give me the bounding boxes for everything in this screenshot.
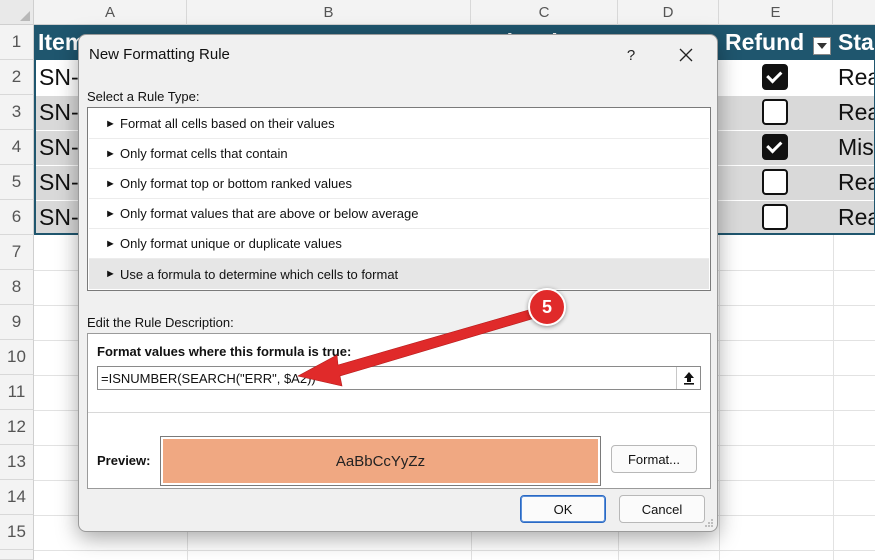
item-id-cell[interactable]: SN- [39, 165, 79, 200]
rule-type-label: Only format unique or duplicate values [120, 236, 342, 251]
formula-label: Format values where this formula is true… [97, 344, 352, 359]
rule-type-item[interactable]: ► Format all cells based on their values [89, 109, 709, 139]
refund-checkbox[interactable] [762, 134, 788, 160]
row-header[interactable]: 5 [0, 165, 34, 200]
row-header[interactable]: 13 [0, 445, 34, 480]
item-id-cell[interactable]: SN- [39, 95, 79, 130]
arrow-right-icon: ► [105, 207, 116, 220]
help-button[interactable]: ? [615, 41, 647, 69]
dialog-title: New Formatting Rule [89, 46, 230, 63]
rule-description-panel: Format values where this formula is true… [87, 333, 711, 489]
filter-dropdown-button[interactable] [813, 37, 831, 55]
divider [88, 412, 710, 413]
row-header[interactable]: 4 [0, 130, 34, 165]
row-header[interactable]: 7 [0, 235, 34, 270]
status-cell[interactable]: Mis [838, 130, 874, 165]
rule-type-label: Format all cells based on their values [120, 116, 335, 131]
column-header-f[interactable] [833, 0, 875, 25]
refund-checkbox[interactable] [762, 99, 788, 125]
rule-type-item[interactable]: ► Only format values that are above or be… [89, 199, 709, 229]
column-header-b[interactable]: B [187, 0, 471, 25]
row-header[interactable]: 12 [0, 410, 34, 445]
rule-type-item[interactable]: ► Only format top or bottom ranked values [89, 169, 709, 199]
close-button[interactable] [669, 41, 703, 69]
select-all-corner[interactable] [0, 0, 34, 25]
ok-button[interactable]: OK [520, 495, 606, 523]
rule-type-list[interactable]: ► Format all cells based on their values … [87, 107, 711, 291]
arrow-right-icon: ► [105, 268, 116, 280]
step-number-badge: 5 [528, 288, 566, 326]
item-id-cell[interactable]: SN- [39, 60, 79, 95]
status-cell[interactable]: Rea [838, 165, 875, 200]
row-header[interactable]: 6 [0, 200, 34, 235]
row-header[interactable]: 3 [0, 95, 34, 130]
preview-label: Preview: [97, 453, 151, 468]
preview-sample: AaBbCcYyZz [163, 439, 598, 483]
arrow-right-icon: ► [105, 147, 116, 160]
status-cell[interactable]: Rea [838, 60, 875, 95]
row-header[interactable]: 2 [0, 60, 34, 95]
close-icon [679, 48, 693, 62]
arrow-right-icon: ► [105, 237, 116, 250]
range-select-icon [683, 372, 694, 385]
format-button[interactable]: Format... [611, 445, 697, 473]
formula-input[interactable]: =ISNUMBER(SEARCH("ERR", $A2)) [97, 366, 701, 390]
rule-type-item[interactable]: ► Only format unique or duplicate values [89, 229, 709, 259]
arrow-right-icon: ► [105, 177, 116, 190]
rule-type-label: Only format cells that contain [120, 146, 288, 161]
item-id-cell[interactable]: SN- [39, 130, 79, 165]
rule-type-label: Use a formula to determine which cells t… [120, 266, 399, 282]
refund-checkbox[interactable] [762, 64, 788, 90]
formula-text: =ISNUMBER(SEARCH("ERR", $A2)) [101, 370, 316, 386]
resize-grip-icon[interactable] [704, 518, 714, 528]
row-header[interactable]: 14 [0, 480, 34, 515]
rule-type-item-selected[interactable]: ► Use a formula to determine which cells … [89, 259, 709, 289]
arrow-right-icon: ► [105, 117, 116, 130]
row-header[interactable]: 1 [0, 25, 34, 60]
row-header[interactable]: 10 [0, 340, 34, 375]
rule-type-label: Only format values that are above or bel… [120, 206, 419, 221]
table-header-cell[interactable]: Sta [838, 25, 874, 60]
preview-box: AaBbCcYyZz [160, 436, 601, 486]
gridline [34, 550, 875, 551]
table-header-cell[interactable]: Refund [725, 25, 804, 60]
edit-description-label: Edit the Rule Description: [87, 315, 234, 330]
column-header-d[interactable]: D [618, 0, 719, 25]
row-header[interactable]: 11 [0, 375, 34, 410]
row-header[interactable]: 8 [0, 270, 34, 305]
new-formatting-rule-dialog: New Formatting Rule ? Select a Rule Type… [78, 34, 718, 532]
cancel-button[interactable]: Cancel [619, 495, 705, 523]
row-header[interactable]: 15 [0, 515, 34, 550]
status-cell[interactable]: Rea [838, 200, 875, 235]
column-header-a[interactable]: A [34, 0, 187, 25]
status-cell[interactable]: Rea [838, 95, 875, 130]
rule-type-item[interactable]: ► Only format cells that contain [89, 139, 709, 169]
item-id-cell[interactable]: SN- [39, 200, 79, 235]
column-header-e[interactable]: E [719, 0, 833, 25]
row-header[interactable]: 9 [0, 305, 34, 340]
column-header-c[interactable]: C [471, 0, 618, 25]
collapse-dialog-button[interactable] [676, 367, 700, 389]
refund-checkbox[interactable] [762, 204, 788, 230]
row-header[interactable] [0, 550, 34, 560]
refund-checkbox[interactable] [762, 169, 788, 195]
rule-type-label: Only format top or bottom ranked values [120, 176, 352, 191]
select-rule-type-label: Select a Rule Type: [87, 89, 200, 104]
